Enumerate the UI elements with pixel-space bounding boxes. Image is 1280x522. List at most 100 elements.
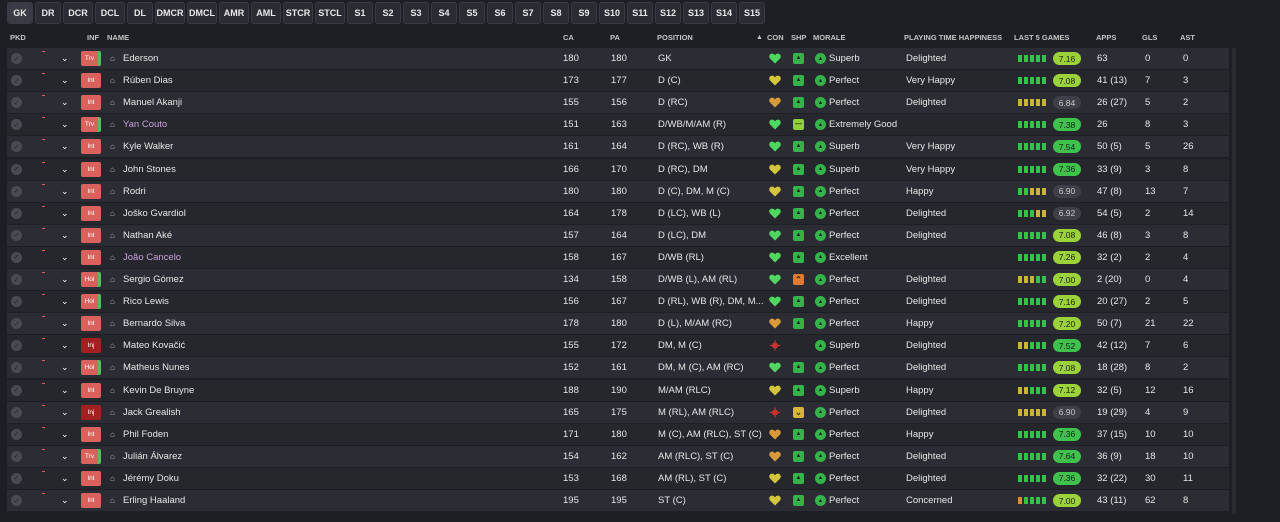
- col-pkd[interactable]: PKD: [10, 32, 26, 44]
- sort-ascending-icon[interactable]: ▲: [756, 32, 763, 44]
- chevron-down-icon[interactable]: ⌄: [61, 181, 69, 202]
- table-row[interactable]: ✓ ⌄ Int ⌂ Kevin De Bruyne 188 190 M/AM (RLC) ▲ ▲ S…: [7, 379, 1229, 401]
- chevron-down-icon[interactable]: ⌄: [61, 114, 69, 135]
- tab-s5[interactable]: S5: [459, 2, 485, 24]
- tab-s12[interactable]: S12: [655, 2, 681, 24]
- pkd-check-icon[interactable]: ✓: [11, 428, 22, 440]
- chevron-down-icon[interactable]: ⌄: [61, 291, 69, 312]
- player-name[interactable]: John Stones: [123, 159, 176, 180]
- tab-dmcr[interactable]: DMCR: [155, 2, 185, 24]
- chevron-down-icon[interactable]: ⌄: [61, 203, 69, 224]
- col-shp[interactable]: SHP: [791, 32, 806, 44]
- tab-s14[interactable]: S14: [711, 2, 737, 24]
- table-row[interactable]: ✓ ⌄ Inj ⌂ Mateo Kovačić 155 172 DM, M (C) ▲ Super…: [7, 335, 1229, 357]
- tab-s9[interactable]: S9: [571, 2, 597, 24]
- pkd-check-icon[interactable]: ✓: [11, 406, 22, 418]
- col-name[interactable]: NAME: [107, 32, 129, 44]
- table-row[interactable]: ✓ ⌄ Trv ⌂ Julián Álvarez 154 162 AM (RLC), ST (…: [7, 445, 1229, 467]
- chevron-down-icon[interactable]: ⌄: [61, 446, 69, 467]
- player-name[interactable]: Ederson: [123, 48, 158, 69]
- table-row[interactable]: ✓ ⌄ Hol ⌂ Sergio Gómez 134 158 D/WB (L), AM (RL…: [7, 269, 1229, 290]
- tab-dcr[interactable]: DCR: [63, 2, 93, 24]
- pkd-check-icon[interactable]: ✓: [11, 119, 22, 131]
- tab-s2[interactable]: S2: [375, 2, 401, 24]
- player-name[interactable]: Rúben Dias: [123, 70, 173, 91]
- player-name[interactable]: Jérémy Doku: [123, 468, 179, 489]
- pkd-check-icon[interactable]: ✓: [11, 141, 22, 153]
- tab-s15[interactable]: S15: [739, 2, 765, 24]
- pkd-check-icon[interactable]: ✓: [11, 163, 22, 175]
- tab-s10[interactable]: S10: [599, 2, 625, 24]
- player-name[interactable]: Kevin De Bruyne: [123, 380, 194, 401]
- player-name[interactable]: Rodri: [123, 181, 146, 202]
- tab-dmcl[interactable]: DMCL: [187, 2, 217, 24]
- chevron-down-icon[interactable]: ⌄: [61, 424, 69, 445]
- chevron-down-icon[interactable]: ⌄: [61, 136, 69, 157]
- col-ast[interactable]: AST: [1180, 32, 1195, 44]
- tab-amr[interactable]: AMR: [219, 2, 249, 24]
- player-name[interactable]: Sergio Gómez: [123, 269, 184, 290]
- tab-s6[interactable]: S6: [487, 2, 513, 24]
- tab-aml[interactable]: AML: [251, 2, 281, 24]
- pkd-check-icon[interactable]: ✓: [11, 362, 22, 374]
- tab-s4[interactable]: S4: [431, 2, 457, 24]
- col-con[interactable]: CON: [767, 32, 784, 44]
- tab-dcl[interactable]: DCL: [95, 2, 125, 24]
- pkd-check-icon[interactable]: ✓: [11, 251, 22, 263]
- table-row[interactable]: ✓ ⌄ Int ⌂ Kyle Walker 161 164 D (RC), WB (R) ▲ ▲ S…: [7, 136, 1229, 158]
- pkd-check-icon[interactable]: ✓: [11, 296, 22, 308]
- chevron-down-icon[interactable]: ⌄: [61, 269, 69, 290]
- tab-stcr[interactable]: STCR: [283, 2, 313, 24]
- player-name[interactable]: Nathan Aké: [123, 225, 172, 246]
- chevron-down-icon[interactable]: ⌄: [61, 225, 69, 246]
- col-morale[interactable]: MORALE: [813, 32, 846, 44]
- col-inf[interactable]: INF: [87, 32, 99, 44]
- col-apps[interactable]: APPS: [1096, 32, 1116, 44]
- chevron-down-icon[interactable]: ⌄: [61, 380, 69, 401]
- pkd-check-icon[interactable]: ✓: [11, 97, 22, 109]
- player-name[interactable]: Joško Gvardiol: [123, 203, 186, 224]
- player-name[interactable]: Manuel Akanji: [123, 92, 182, 113]
- table-row[interactable]: ✓ ⌄ Int ⌂ Joško Gvardiol 164 178 D (LC), WB (L)…: [7, 202, 1229, 224]
- chevron-down-icon[interactable]: ⌄: [61, 357, 69, 378]
- chevron-down-icon[interactable]: ⌄: [61, 159, 69, 180]
- chevron-down-icon[interactable]: ⌄: [61, 402, 69, 423]
- player-name[interactable]: Yan Couto: [123, 114, 167, 135]
- table-row[interactable]: ✓ ⌄ Int ⌂ Bernardo Silva 178 180 D (L), M/AM (R…: [7, 313, 1229, 335]
- chevron-down-icon[interactable]: ⌄: [61, 313, 69, 334]
- col-last-5-games[interactable]: LAST 5 GAMES: [1014, 32, 1069, 44]
- chevron-down-icon[interactable]: ⌄: [61, 247, 69, 268]
- table-row[interactable]: ✓ ⌄ Int ⌂ Rodri 180 180 D (C), DM, M (C) ▲ ▲ Perfe…: [7, 180, 1229, 202]
- player-name[interactable]: Phil Foden: [123, 424, 168, 445]
- pkd-check-icon[interactable]: ✓: [11, 318, 22, 330]
- pkd-check-icon[interactable]: ✓: [11, 207, 22, 219]
- tab-s8[interactable]: S8: [543, 2, 569, 24]
- tab-s1[interactable]: S1: [347, 2, 373, 24]
- tab-dl[interactable]: DL: [127, 2, 153, 24]
- tab-gk[interactable]: GK: [7, 2, 33, 24]
- player-name[interactable]: João Cancelo: [123, 247, 181, 268]
- pkd-check-icon[interactable]: ✓: [11, 185, 22, 197]
- pkd-check-icon[interactable]: ✓: [11, 274, 22, 285]
- table-row[interactable]: ✓ ⌄ Int ⌂ Phil Foden 171 180 M (C), AM (RLC), S…: [7, 423, 1229, 445]
- pkd-check-icon[interactable]: ✓: [11, 340, 22, 352]
- tab-s7[interactable]: S7: [515, 2, 541, 24]
- table-row[interactable]: ✓ ⌄ Int ⌂ Rúben Dias 173 177 D (C) ▲ ▲ Perfect Very…: [7, 70, 1229, 92]
- table-row[interactable]: ✓ ⌄ Hol ⌂ Rico Lewis 156 167 D (RL), WB (R), DM…: [7, 291, 1229, 313]
- pkd-check-icon[interactable]: ✓: [11, 450, 22, 462]
- chevron-down-icon[interactable]: ⌄: [61, 335, 69, 356]
- table-row[interactable]: ✓ ⌄ Int ⌂ Jérémy Doku 153 168 AM (RL), ST (C) ▲ ▲…: [7, 467, 1229, 489]
- player-name[interactable]: Jack Grealish: [123, 402, 181, 423]
- pkd-check-icon[interactable]: ✓: [11, 53, 22, 64]
- player-name[interactable]: Erling Haaland: [123, 490, 185, 511]
- chevron-down-icon[interactable]: ⌄: [61, 92, 69, 113]
- player-name[interactable]: Bernardo Silva: [123, 313, 185, 334]
- player-name[interactable]: Mateo Kovačić: [123, 335, 185, 356]
- pkd-check-icon[interactable]: ✓: [11, 229, 22, 241]
- table-row[interactable]: ✓ ⌄ Hol ⌂ Matheus Nunes 152 161 DM, M (C), AM (…: [7, 357, 1229, 379]
- player-name[interactable]: Matheus Nunes: [123, 357, 190, 378]
- pkd-check-icon[interactable]: ✓: [11, 495, 22, 506]
- table-row[interactable]: ✓ ⌄ Int ⌂ Erling Haaland 195 195 ST (C) ▲ ▲ Perfec…: [7, 490, 1229, 511]
- tab-s11[interactable]: S11: [627, 2, 653, 24]
- pkd-check-icon[interactable]: ✓: [11, 75, 22, 87]
